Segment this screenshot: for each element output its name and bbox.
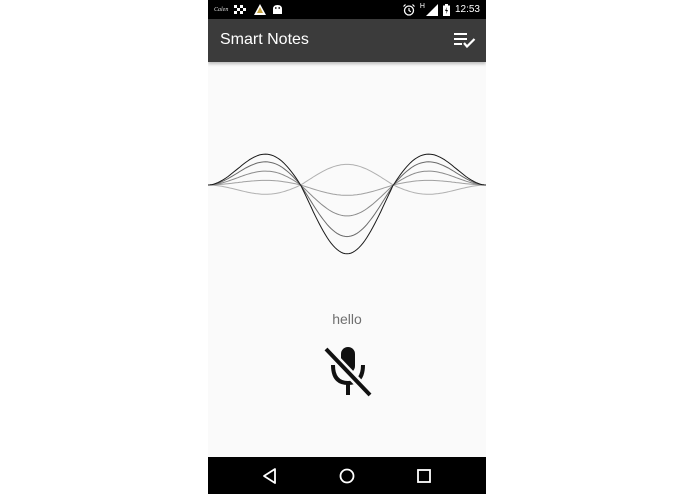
app-title: Smart Notes [220, 31, 309, 48]
home-icon[interactable] [336, 465, 358, 487]
wave-line [208, 161, 486, 238]
phone-screen: Calen H 12:53 Smart Notes hello [208, 0, 486, 494]
android-icon [273, 5, 283, 14]
playlist-check-icon[interactable] [454, 30, 476, 50]
wave-line [208, 153, 486, 255]
checkered-flag-icon [234, 4, 247, 14]
warning-triangle-icon [254, 4, 267, 15]
app-bar: Smart Notes [208, 19, 486, 62]
notification-icons: Calen [214, 2, 283, 17]
status-time: 12:53 [454, 4, 480, 15]
calendar-notification-icon: Calen [214, 6, 229, 13]
wave-line [208, 163, 486, 195]
status-bar: Calen H 12:53 [208, 0, 486, 19]
navigation-bar [208, 457, 486, 494]
alarm-icon [402, 3, 415, 16]
system-status-icons: H 12:53 [402, 2, 480, 17]
back-icon[interactable] [259, 465, 281, 487]
network-type-label: H [419, 3, 425, 10]
mic-off-icon[interactable] [322, 345, 374, 399]
recents-icon[interactable] [413, 465, 435, 487]
voice-waveform [208, 153, 486, 255]
transcript-text: hello [332, 311, 362, 327]
battery-icon [442, 3, 450, 16]
wave-line [208, 170, 486, 217]
signal-icon [425, 3, 438, 16]
